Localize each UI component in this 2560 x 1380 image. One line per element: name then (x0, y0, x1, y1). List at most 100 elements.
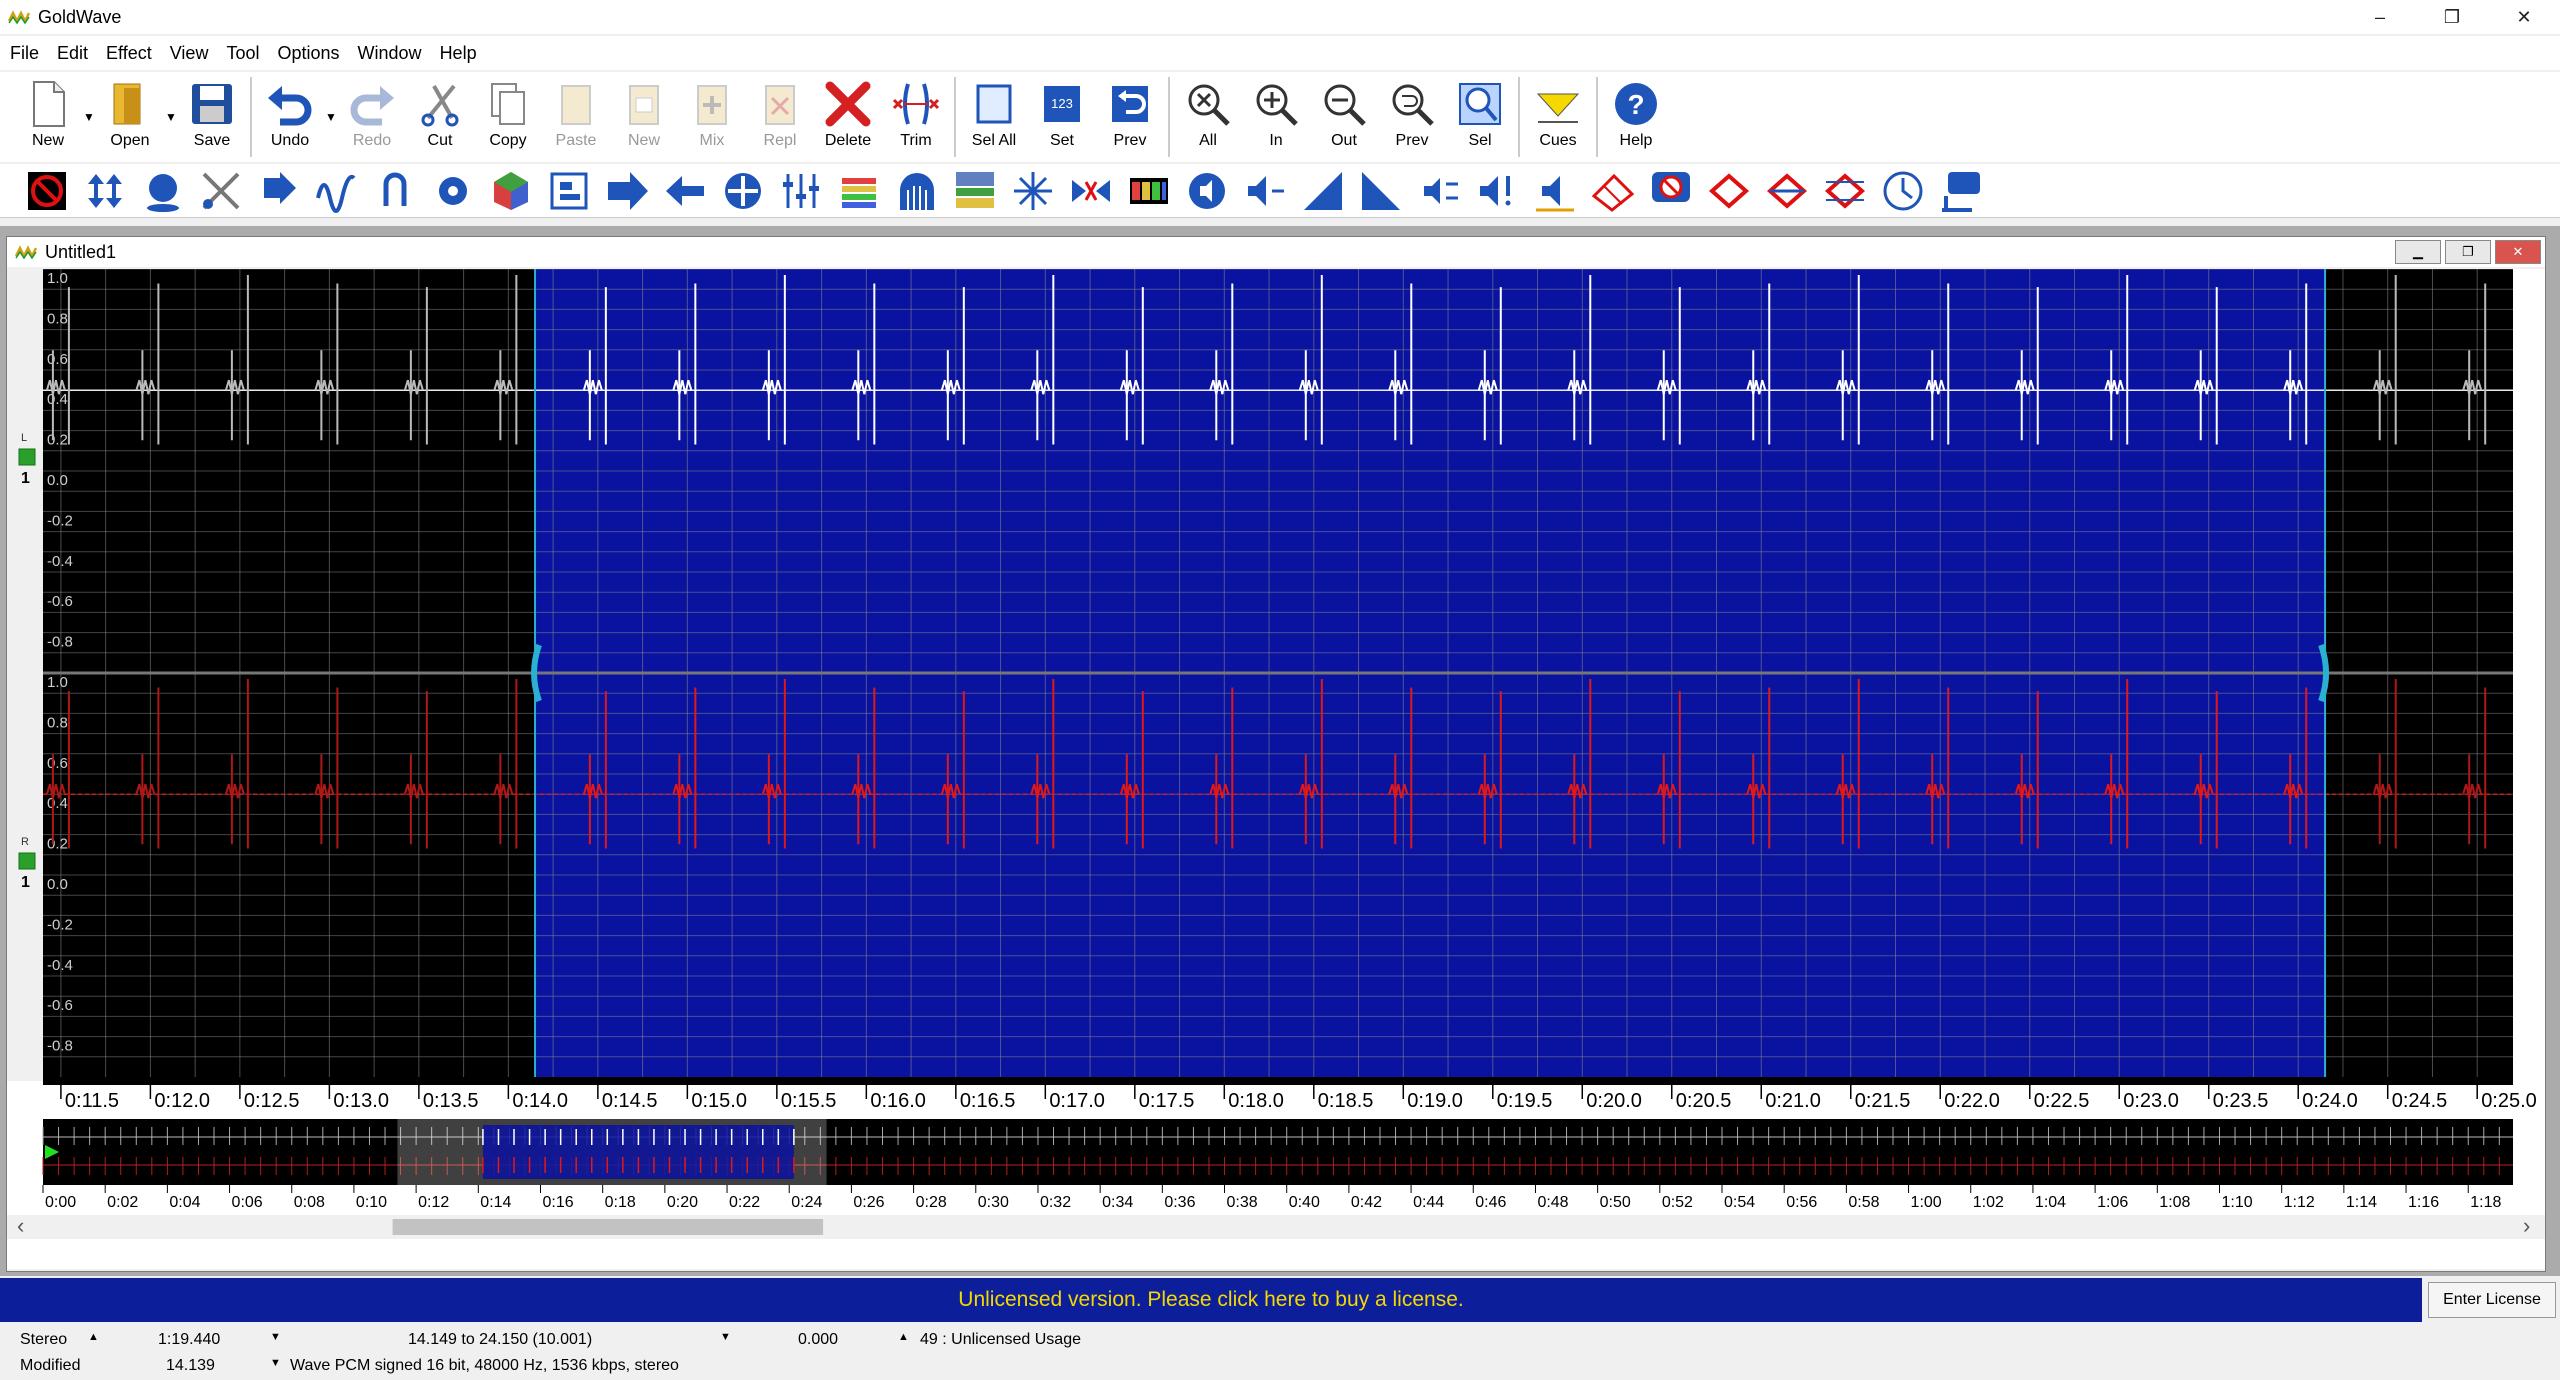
zoom-selection-button[interactable]: Sel (1446, 72, 1514, 162)
menu-effect[interactable]: Effect (106, 43, 152, 64)
shape-volume-button[interactable] (1294, 166, 1352, 216)
cues-button[interactable]: Cues (1524, 72, 1592, 162)
copy-button[interactable]: Copy (474, 72, 542, 162)
globe-icon (147, 173, 179, 212)
length-status: 1:19.440 (158, 1331, 221, 1348)
offset-button[interactable] (482, 166, 540, 216)
restore-button[interactable]: ❐ (2416, 0, 2488, 34)
channels-dropdown-arrow[interactable]: ▲ (88, 1331, 99, 1343)
menu-edit[interactable]: Edit (57, 43, 88, 64)
left-channel-checkbox[interactable] (18, 448, 36, 466)
auto-gain-button[interactable] (1468, 166, 1526, 216)
open-dropdown-arrow[interactable]: ▼ (164, 72, 178, 162)
overview-time-label: 0:54 (1724, 1194, 1755, 1211)
zoom-in-button[interactable]: In (1242, 72, 1310, 162)
open-button[interactable]: Open (96, 72, 164, 162)
minimize-button[interactable]: – (2344, 0, 2416, 34)
previous-selection-button[interactable]: Prev (1096, 72, 1164, 162)
menu-tool[interactable]: Tool (226, 43, 259, 64)
menu-window[interactable]: Window (358, 43, 422, 64)
dynamics-button[interactable] (192, 166, 250, 216)
doppler-button[interactable] (134, 166, 192, 216)
cut-button[interactable]: Cut (406, 72, 474, 162)
pan-button[interactable] (540, 166, 598, 216)
mechanize-button[interactable] (424, 166, 482, 216)
menu-help[interactable]: Help (440, 43, 477, 64)
stop-effect-button[interactable] (18, 166, 76, 216)
flanger-button[interactable] (308, 166, 366, 216)
matcher-button[interactable] (1410, 166, 1468, 216)
enter-license-button[interactable]: Enter License (2428, 1282, 2556, 1318)
noise-reduction-button[interactable] (946, 166, 1004, 216)
length-dropdown-arrow[interactable]: ▼ (270, 1331, 281, 1343)
set-selection-button[interactable]: 123 Set (1028, 72, 1096, 162)
paste-button[interactable]: Paste (542, 72, 610, 162)
new-dropdown-arrow[interactable]: ▼ (82, 72, 96, 162)
bandpass-button[interactable] (888, 166, 946, 216)
trim-button[interactable]: Trim (882, 72, 950, 162)
ramp-up-icon (1304, 171, 1342, 210)
compressor-button[interactable] (1526, 166, 1584, 216)
channels-status[interactable]: Stereo (20, 1331, 67, 1349)
pitch-button[interactable] (598, 166, 656, 216)
menu-file[interactable]: File (10, 43, 39, 64)
fade-in-button[interactable] (1178, 166, 1236, 216)
zoom-out-button[interactable]: Out (1310, 72, 1378, 162)
delete-button[interactable]: Delete (814, 72, 882, 162)
change-volume-button[interactable] (1352, 166, 1410, 216)
reverse-button[interactable] (656, 166, 714, 216)
selection-dropdown-arrow[interactable]: ▼ (720, 1331, 731, 1343)
amplitude-tick-label-right: -0.6 (47, 997, 73, 1014)
pop-click-button[interactable] (1004, 166, 1062, 216)
spectrum-filter-button[interactable] (830, 166, 888, 216)
spectrum-display-button[interactable] (1120, 166, 1178, 216)
batch-button[interactable] (1932, 166, 1990, 216)
cue-edit-button[interactable] (1816, 166, 1874, 216)
horizontal-scrollbar[interactable] (7, 1215, 2545, 1239)
new-button[interactable]: New (14, 72, 82, 162)
maximize-volume-button[interactable] (76, 166, 134, 216)
replace-button[interactable]: Repl (746, 72, 814, 162)
mix-button[interactable]: Mix (678, 72, 746, 162)
help-button[interactable]: ? Help (1602, 72, 1670, 162)
waveform-canvas[interactable]: 1.0 0.8 0.6 0.4 0.2 0.0 -0.2 -0.4 -0.6 -0.8 1.0 0.8… (7, 269, 2545, 1269)
equalizer-button[interactable] (772, 166, 830, 216)
redo-button[interactable]: Redo (338, 72, 406, 162)
resample-button[interactable] (714, 166, 772, 216)
cursor-dropdown-arrow[interactable]: ▼ (270, 1357, 281, 1369)
doc-restore-button[interactable]: ❐ (2445, 240, 2491, 264)
cue-split-button[interactable] (1758, 166, 1816, 216)
time-label: 0:25.0 (2481, 1090, 2537, 1112)
amplitude-tick-label-right: 0.0 (47, 876, 68, 893)
zoom-all-button[interactable]: All (1174, 72, 1242, 162)
modified-status: Modified (20, 1357, 81, 1374)
menu-options[interactable]: Options (277, 43, 339, 64)
doc-minimize-button[interactable]: ▁ (2395, 240, 2441, 264)
position-dropdown-arrow[interactable]: ▲ (898, 1331, 909, 1343)
no-comment-button[interactable] (1642, 166, 1700, 216)
invert-button[interactable] (366, 166, 424, 216)
scrollbar-thumb[interactable] (392, 1219, 824, 1235)
cue-points-button[interactable] (1700, 166, 1758, 216)
erase-markers-button[interactable] (1584, 166, 1642, 216)
license-banner[interactable]: Unlicensed version. Please click here to… (0, 1278, 2422, 1322)
silence-reduction-button[interactable] (1062, 166, 1120, 216)
zoom-previous-button[interactable]: Prev (1378, 72, 1446, 162)
echo-button[interactable] (250, 166, 308, 216)
doc-close-button[interactable]: ✕ (2495, 240, 2541, 264)
waveform-view[interactable]: 1.0 0.8 0.6 0.4 0.2 0.0 -0.2 -0.4 -0.6 -0.8 1.0 0.8… (7, 269, 2545, 1269)
close-button[interactable]: ✕ (2488, 0, 2560, 34)
license-message[interactable]: Unlicensed version. Please click here to… (958, 1288, 1463, 1312)
overview-time-label: 0:00 (45, 1194, 76, 1211)
select-all-button[interactable]: Sel All (960, 72, 1028, 162)
paste-new-button[interactable]: New (610, 72, 678, 162)
right-channel-checkbox[interactable] (18, 852, 36, 870)
undo-dropdown-arrow[interactable]: ▼ (324, 72, 338, 162)
redo-arrow-icon (350, 86, 394, 126)
amplitude-tick-label-left: -0.6 (47, 593, 73, 610)
fade-out-button[interactable] (1236, 166, 1294, 216)
save-button[interactable]: Save (178, 72, 246, 162)
undo-button[interactable]: Undo (256, 72, 324, 162)
menu-view[interactable]: View (170, 43, 209, 64)
time-warp-button[interactable] (1874, 166, 1932, 216)
